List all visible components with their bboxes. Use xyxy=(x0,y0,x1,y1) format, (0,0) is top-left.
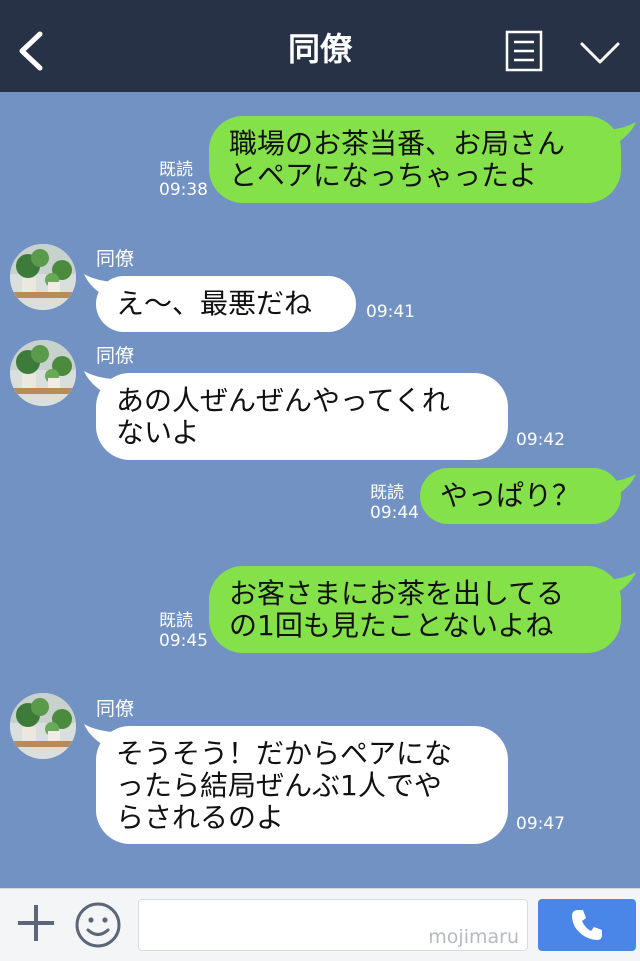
message-bubble[interactable]: お客さまにお茶を出してる の1回も見たことないよね xyxy=(209,566,621,653)
message-time: 09:38 xyxy=(159,180,208,200)
avatar[interactable] xyxy=(10,340,76,406)
message-time: 09:45 xyxy=(159,631,208,651)
avatar-plant-image xyxy=(10,340,76,406)
sender-name: 同僚 xyxy=(96,345,135,367)
read-receipt: 既読 09:45 xyxy=(159,611,208,651)
read-label: 既読 xyxy=(159,611,193,631)
message-time: 09:42 xyxy=(516,430,565,450)
plus-icon[interactable] xyxy=(14,901,58,945)
message-time: 09:44 xyxy=(370,503,419,523)
sender-name: 同僚 xyxy=(96,698,135,720)
chevron-down-icon[interactable] xyxy=(578,38,622,68)
chat-area[interactable]: 既読 09:38 職場のお茶当番、お局さん とペアになっちゃったよ 同僚 え〜、… xyxy=(0,92,640,888)
message-bubble[interactable]: え〜、最悪だね xyxy=(96,276,356,332)
message-bubble[interactable]: あの人ぜんぜんやってくれ ないよ xyxy=(96,373,508,460)
smile-icon[interactable] xyxy=(74,901,122,949)
message-input[interactable]: mojimaru xyxy=(138,899,528,951)
avatar-plant-image xyxy=(10,693,76,759)
chat-header: 同僚 xyxy=(0,0,640,92)
message-time: 09:41 xyxy=(366,302,415,322)
read-receipt: 既読 09:38 xyxy=(159,160,208,200)
message-bubble[interactable]: 職場のお茶当番、お局さん とペアになっちゃったよ xyxy=(209,116,621,203)
avatar[interactable] xyxy=(10,244,76,310)
watermark: mojimaru xyxy=(428,926,519,948)
message-time: 09:47 xyxy=(516,814,565,834)
input-bar: mojimaru xyxy=(0,888,640,961)
message-bubble[interactable]: そうそう！だからペアにな ったら結局ぜんぶ1人でや らされるのよ xyxy=(96,726,508,844)
call-button[interactable] xyxy=(538,899,636,951)
bubble-tail xyxy=(608,122,636,146)
chat-title: 同僚 xyxy=(287,30,352,68)
phone-icon xyxy=(572,910,602,940)
read-receipt: 既読 09:44 xyxy=(370,483,419,523)
message-bubble[interactable]: やっぱり？ xyxy=(420,468,621,524)
read-label: 既読 xyxy=(370,483,404,503)
bubble-tail xyxy=(608,474,636,498)
avatar-plant-image xyxy=(10,244,76,310)
sender-name: 同僚 xyxy=(96,248,135,270)
menu-list-icon[interactable] xyxy=(505,30,543,72)
avatar[interactable] xyxy=(10,693,76,759)
back-icon[interactable] xyxy=(14,28,48,74)
bubble-tail xyxy=(608,572,636,596)
read-label: 既読 xyxy=(159,160,193,180)
